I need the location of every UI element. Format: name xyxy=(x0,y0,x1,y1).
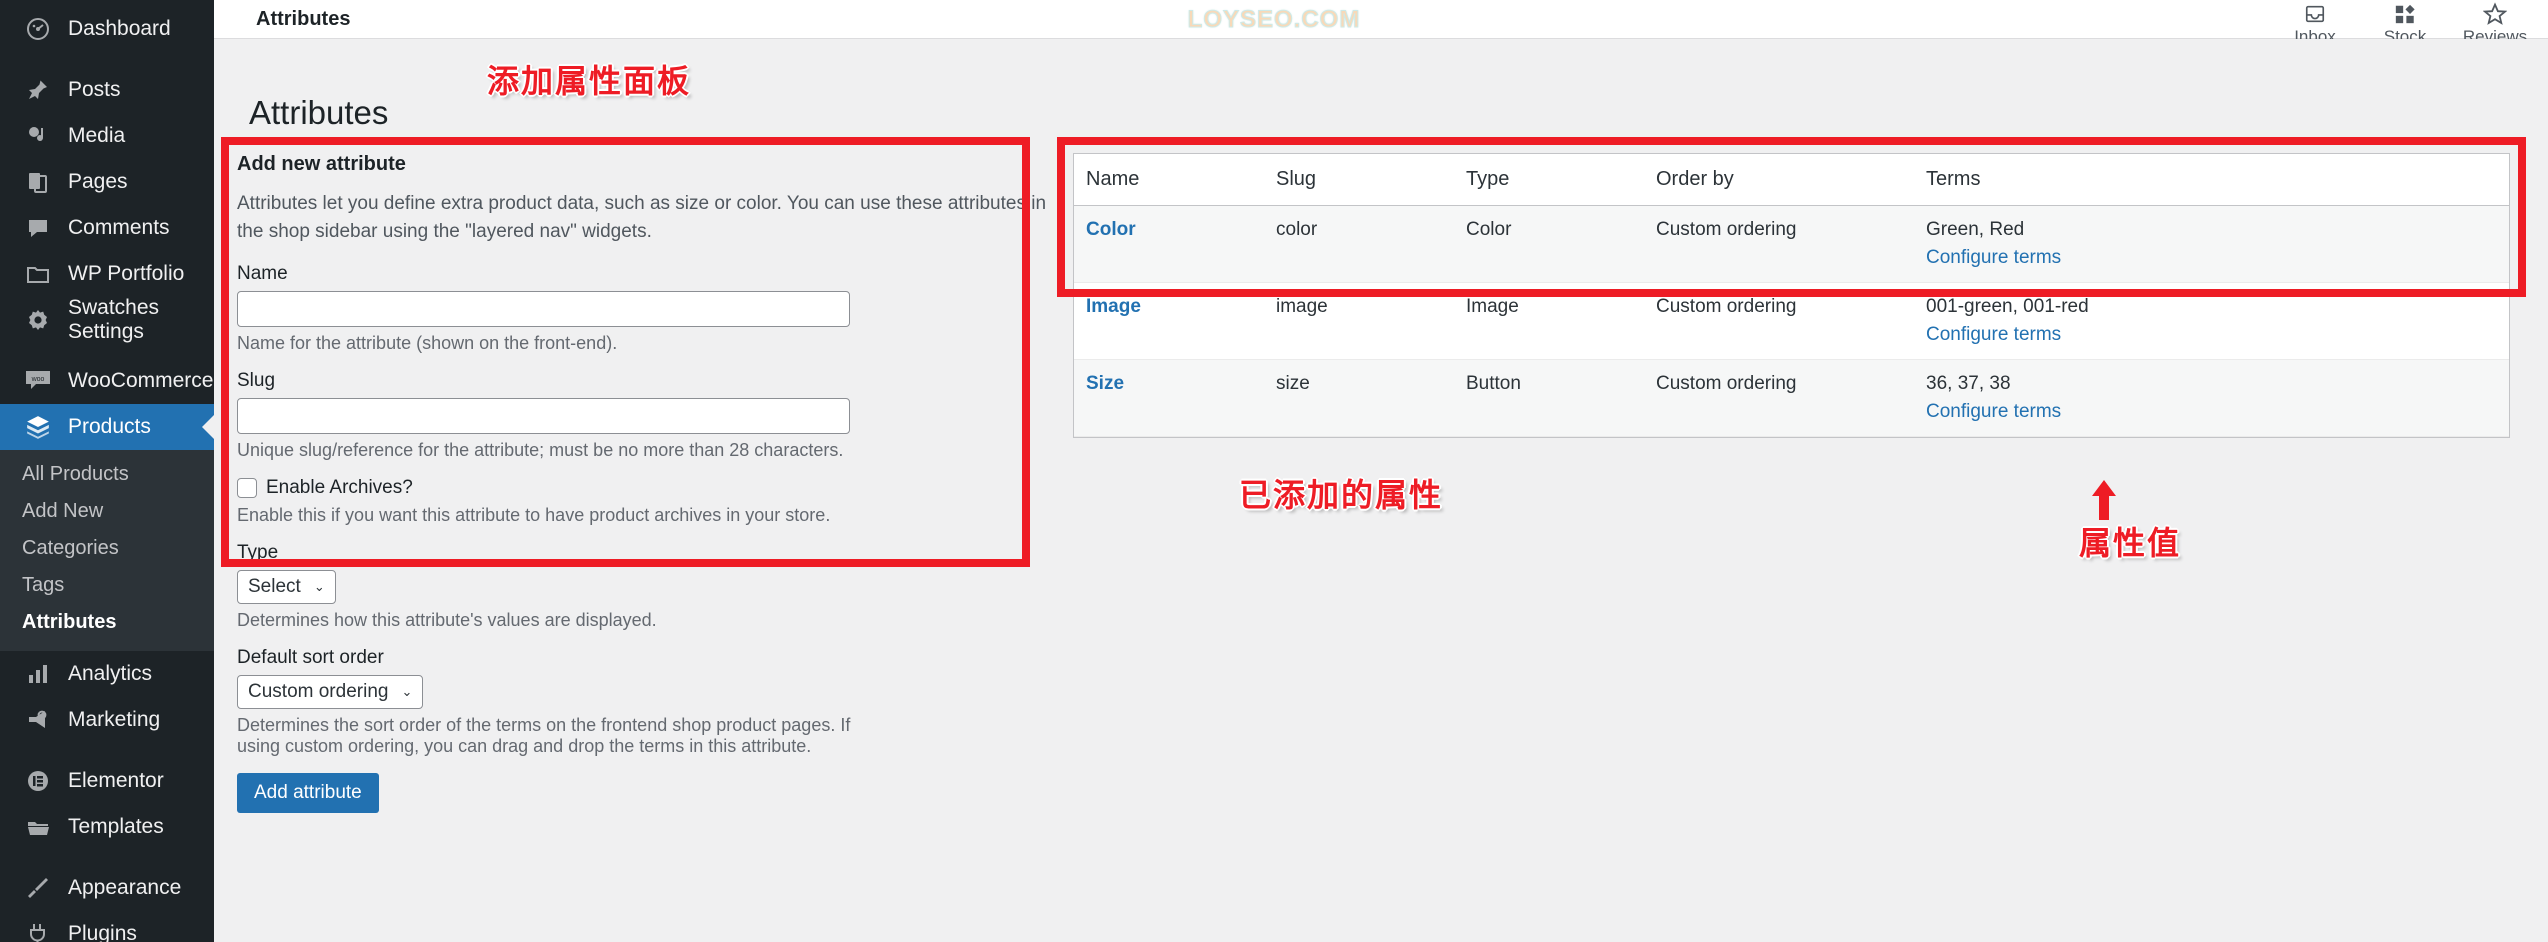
elementor-icon xyxy=(22,765,54,797)
sidebar-separator xyxy=(0,343,214,358)
highlight-box-attributes-table xyxy=(1057,137,2526,297)
screen: Dashboard Posts Media Pages Comments WP … xyxy=(0,0,2548,942)
row-slug-cell: size xyxy=(1264,359,1454,437)
folder-icon xyxy=(22,811,54,843)
sidebar-item-marketing[interactable]: Marketing xyxy=(0,697,214,743)
sidebar-item-plugins[interactable]: Plugins xyxy=(0,911,214,942)
portfolio-icon xyxy=(22,258,54,290)
annotation-add-attribute-panel: 添加属性面板 xyxy=(487,62,692,100)
configure-terms-link[interactable]: Configure terms xyxy=(1926,324,2509,346)
type-field-help: Determines how this attribute's values a… xyxy=(237,610,657,631)
sidebar-separator xyxy=(0,52,214,67)
sidebar-item-products[interactable]: Products xyxy=(0,404,214,450)
sidebar-item-label: Analytics xyxy=(68,662,153,685)
page-title: Attributes xyxy=(249,94,389,131)
sidebar-item-label: Elementor xyxy=(68,769,164,792)
terms-list: 36, 37, 38 xyxy=(1926,373,2011,394)
row-type-cell: Button xyxy=(1454,359,1644,437)
sidebar-item-label: Comments xyxy=(68,216,170,239)
sidebar-item-tags[interactable]: Tags xyxy=(0,567,214,604)
sort-order-field-label: Default sort order xyxy=(237,647,384,669)
inbox-icon xyxy=(2304,3,2326,25)
sidebar-item-label: Products xyxy=(68,415,151,438)
pages-icon xyxy=(22,166,54,198)
sidebar-item-add-new[interactable]: Add New xyxy=(0,493,214,530)
products-icon xyxy=(22,411,54,443)
sidebar-item-label: Swatches Settings xyxy=(68,296,160,343)
dashboard-icon xyxy=(22,13,54,45)
top-bar: Attributes Inbox Stock Reviews xyxy=(214,0,2548,46)
annotation-added-attributes: 已添加的属性 xyxy=(1239,476,1444,514)
sidebar-item-woocommerce[interactable]: woo WooCommerce xyxy=(0,358,214,404)
megaphone-icon xyxy=(22,704,54,736)
sidebar-item-pages[interactable]: Pages xyxy=(0,159,214,205)
gear-icon xyxy=(22,304,54,336)
sidebar-item-label: WP Portfolio xyxy=(68,262,185,285)
sidebar-item-wp-portfolio[interactable]: WP Portfolio xyxy=(0,251,214,297)
pin-icon xyxy=(22,74,54,106)
sidebar-item-appearance[interactable]: Appearance xyxy=(0,865,214,911)
sidebar-item-label: Appearance xyxy=(68,876,182,899)
sidebar-item-media[interactable]: Media xyxy=(0,113,214,159)
default-sort-order-value: Custom ordering xyxy=(248,681,389,703)
sidebar-item-categories[interactable]: Categories xyxy=(0,530,214,567)
analytics-icon xyxy=(22,658,54,690)
row-terms-cell: 36, 37, 38 Configure terms xyxy=(1914,359,2509,437)
sidebar-item-all-products[interactable]: All Products xyxy=(0,456,214,493)
svg-text:woo: woo xyxy=(31,376,45,383)
sidebar-item-label: Posts xyxy=(68,78,121,101)
woo-icon: woo xyxy=(22,365,54,397)
sort-order-help: Determines the sort order of the terms o… xyxy=(237,715,851,757)
attribute-type-select[interactable]: Select ⌄ xyxy=(237,570,336,605)
page-tab-title: Attributes xyxy=(256,7,351,30)
sidebar-item-label: Templates xyxy=(68,815,164,838)
sidebar-item-label: Dashboard xyxy=(68,17,171,40)
sidebar-item-analytics[interactable]: Analytics xyxy=(0,651,214,697)
sidebar-item-label: WooCommerce xyxy=(68,369,214,392)
sidebar-item-posts[interactable]: Posts xyxy=(0,67,214,113)
stock-icon xyxy=(2394,3,2416,25)
plug-icon xyxy=(22,918,54,942)
annotation-attribute-values: 属性值 xyxy=(2079,524,2182,562)
default-sort-order-select[interactable]: Custom ordering ⌄ xyxy=(237,675,424,710)
sidebar-item-comments[interactable]: Comments xyxy=(0,205,214,251)
chevron-down-icon: ⌄ xyxy=(401,684,413,700)
add-attribute-button[interactable]: Add attribute xyxy=(237,773,379,814)
sidebar-separator xyxy=(0,850,214,865)
sidebar-item-dashboard[interactable]: Dashboard xyxy=(0,6,214,52)
sidebar-item-elementor[interactable]: Elementor xyxy=(0,758,214,804)
sidebar-item-swatches-settings[interactable]: Swatches Settings xyxy=(0,296,214,343)
products-submenu: All Products Add New Categories Tags Att… xyxy=(0,450,214,651)
attribute-name-link[interactable]: Size xyxy=(1086,373,1124,394)
row-name-cell: Size xyxy=(1074,359,1264,437)
brush-icon xyxy=(22,872,54,904)
sidebar-item-label: Plugins xyxy=(68,922,137,942)
sidebar-item-attributes[interactable]: Attributes xyxy=(0,604,214,641)
site-watermark: LOYSEO.COM xyxy=(1187,6,1361,34)
terms-list: 001-green, 001-red xyxy=(1926,296,2089,317)
table-row: Size size Button Custom ordering 36, 37,… xyxy=(1074,359,2509,437)
comments-icon xyxy=(22,212,54,244)
attribute-type-value: Select xyxy=(248,576,301,598)
chevron-down-icon: ⌄ xyxy=(313,579,325,595)
highlight-box-add-attribute-panel xyxy=(221,137,1030,567)
sidebar-item-label: Media xyxy=(68,124,126,147)
sidebar-item-label: Pages xyxy=(68,170,128,193)
admin-sidebar: Dashboard Posts Media Pages Comments WP … xyxy=(0,0,214,942)
sidebar-separator xyxy=(0,743,214,758)
attribute-name-link[interactable]: Image xyxy=(1086,296,1141,317)
star-icon xyxy=(2483,2,2507,25)
annotation-arrow-up-icon xyxy=(2091,480,2117,520)
sidebar-item-templates[interactable]: Templates xyxy=(0,804,214,850)
media-icon xyxy=(22,120,54,152)
configure-terms-link[interactable]: Configure terms xyxy=(1926,401,2509,423)
sidebar-item-label: Marketing xyxy=(68,708,161,731)
row-order-cell: Custom ordering xyxy=(1644,359,1914,437)
